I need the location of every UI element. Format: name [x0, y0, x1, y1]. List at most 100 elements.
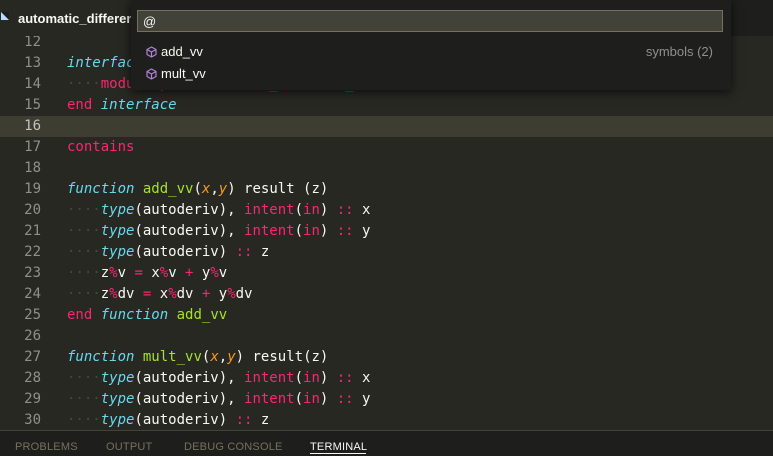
code-text: function mult_vv(x,y) result(z)	[67, 347, 328, 368]
code-line[interactable]: 25 end function add_vv	[0, 305, 773, 326]
code-text: ····z%v = x%v + y%v	[67, 263, 227, 284]
line-number: 13	[24, 55, 41, 71]
code-token: x	[142, 265, 160, 281]
code-token: ::	[235, 244, 253, 260]
code-token: intent	[244, 202, 295, 218]
code-token: )	[319, 202, 337, 218]
code-text: ····type(autoderiv) :: z	[67, 242, 269, 263]
line-number: 25	[24, 307, 41, 323]
code-token: y	[353, 223, 371, 239]
code-token: (	[294, 223, 304, 239]
line-number: 28	[24, 370, 41, 386]
code-line[interactable]: 23 ····z%v = x%v + y%v	[0, 263, 773, 284]
code-token: %	[210, 265, 219, 281]
code-text: end function add_vv	[67, 305, 227, 326]
code-line[interactable]: 15 end interface	[0, 95, 773, 116]
quick-open-item[interactable]: add_vv symbols (2)	[131, 41, 731, 63]
code-token: (	[294, 202, 304, 218]
code-token: end	[67, 97, 93, 113]
code-token: z	[252, 412, 270, 428]
line-number: 21	[24, 223, 41, 239]
panel-tab-output[interactable]: OUTPUT	[106, 441, 152, 453]
code-token: )	[319, 391, 337, 407]
code-token: %	[159, 265, 169, 281]
code-token: function	[100, 307, 169, 323]
code-token: y	[218, 181, 228, 197]
code-token: add_vv	[142, 181, 194, 197]
code-text: contains	[67, 137, 134, 158]
code-token: in	[303, 223, 320, 239]
code-token: z	[252, 244, 270, 260]
code-token: type	[100, 223, 135, 239]
indent-guide-dots: ····	[67, 76, 101, 92]
indent-guide-dots: ····	[67, 391, 101, 407]
code-token: ::	[336, 370, 354, 386]
code-token: (autoderiv),	[134, 223, 245, 239]
editor-tab[interactable]: automatic_differentiation.f90	[0, 0, 135, 36]
code-token: v	[117, 265, 135, 281]
code-token: intent	[244, 370, 295, 386]
code-token: (autoderiv),	[134, 391, 245, 407]
code-line[interactable]: 16	[0, 116, 773, 137]
code-token: function	[67, 349, 135, 365]
code-token: x	[353, 202, 371, 218]
code-line[interactable]: 29 ····type(autoderiv), intent(in) :: y	[0, 389, 773, 410]
code-text: ····type(autoderiv), intent(in) :: x	[67, 200, 370, 221]
code-line[interactable]: 28 ····type(autoderiv), intent(in) :: x	[0, 368, 773, 389]
code-token: in	[303, 370, 320, 386]
code-line[interactable]: 19 function add_vv(x,y) result (z)	[0, 179, 773, 200]
line-number: 22	[24, 244, 41, 260]
code-token: contains	[67, 139, 135, 155]
line-number: 12	[24, 36, 41, 50]
bottom-panel: PROBLEMS OUTPUT DEBUG CONSOLE TERMINAL	[0, 430, 773, 456]
code-token: y	[227, 349, 236, 365]
indent-guide-dots: ····	[67, 202, 101, 218]
panel-tab-terminal[interactable]: TERMINAL	[310, 441, 367, 453]
code-line[interactable]: 22 ····type(autoderiv) :: z	[0, 242, 773, 263]
symbol-cube-icon	[146, 46, 157, 58]
code-token: type	[100, 391, 135, 407]
code-token: ) result(z)	[235, 349, 329, 365]
code-text: ····type(autoderiv), intent(in) :: y	[67, 389, 370, 410]
code-token: y	[193, 265, 211, 281]
code-line[interactable]: 21 ····type(autoderiv), intent(in) :: y	[0, 221, 773, 242]
code-token: end	[67, 307, 93, 323]
code-editor[interactable]: 1213interface14····module procedure add_…	[0, 36, 773, 430]
line-number: 15	[24, 97, 41, 113]
code-line[interactable]: 27 function mult_vv(x,y) result(z)	[0, 347, 773, 368]
quick-open-input[interactable]	[137, 10, 723, 32]
code-token: %	[109, 286, 118, 302]
code-token: in	[303, 391, 320, 407]
quick-open-item[interactable]: mult_vv	[131, 63, 731, 85]
code-line[interactable]: 20 ····type(autoderiv), intent(in) :: x	[0, 200, 773, 221]
code-token: y	[353, 391, 371, 407]
code-token: ,	[218, 349, 228, 365]
code-token: (	[294, 391, 304, 407]
code-token: intent	[244, 223, 295, 239]
panel-tab-problems[interactable]: PROBLEMS	[15, 441, 78, 453]
code-line[interactable]: 30 ····type(autoderiv) :: z	[0, 410, 773, 430]
code-token: ::	[336, 223, 354, 239]
panel-tab-debug-console[interactable]: DEBUG CONSOLE	[184, 441, 283, 453]
code-line[interactable]: 17 contains	[0, 137, 773, 158]
code-token: (	[193, 181, 202, 197]
code-token: (autoderiv)	[134, 412, 236, 428]
line-number: 30	[24, 412, 41, 428]
code-token: v	[168, 265, 186, 281]
line-number: 18	[24, 160, 41, 176]
code-token: dv	[117, 286, 143, 302]
line-number: 26	[24, 328, 41, 344]
code-token: (autoderiv),	[134, 370, 245, 386]
code-line[interactable]: 26	[0, 326, 773, 347]
code-line[interactable]: 18	[0, 158, 773, 179]
quick-open-item-label: add_vv	[161, 44, 203, 59]
code-token: %	[109, 265, 118, 281]
code-token: mult_vv	[142, 349, 202, 365]
code-text: function add_vv(x,y) result (z)	[67, 179, 328, 200]
code-line[interactable]: 24 ····z%dv = x%dv + y%dv	[0, 284, 773, 305]
code-text: ····type(autoderiv), intent(in) :: y	[67, 221, 370, 242]
line-number: 17	[24, 139, 41, 155]
